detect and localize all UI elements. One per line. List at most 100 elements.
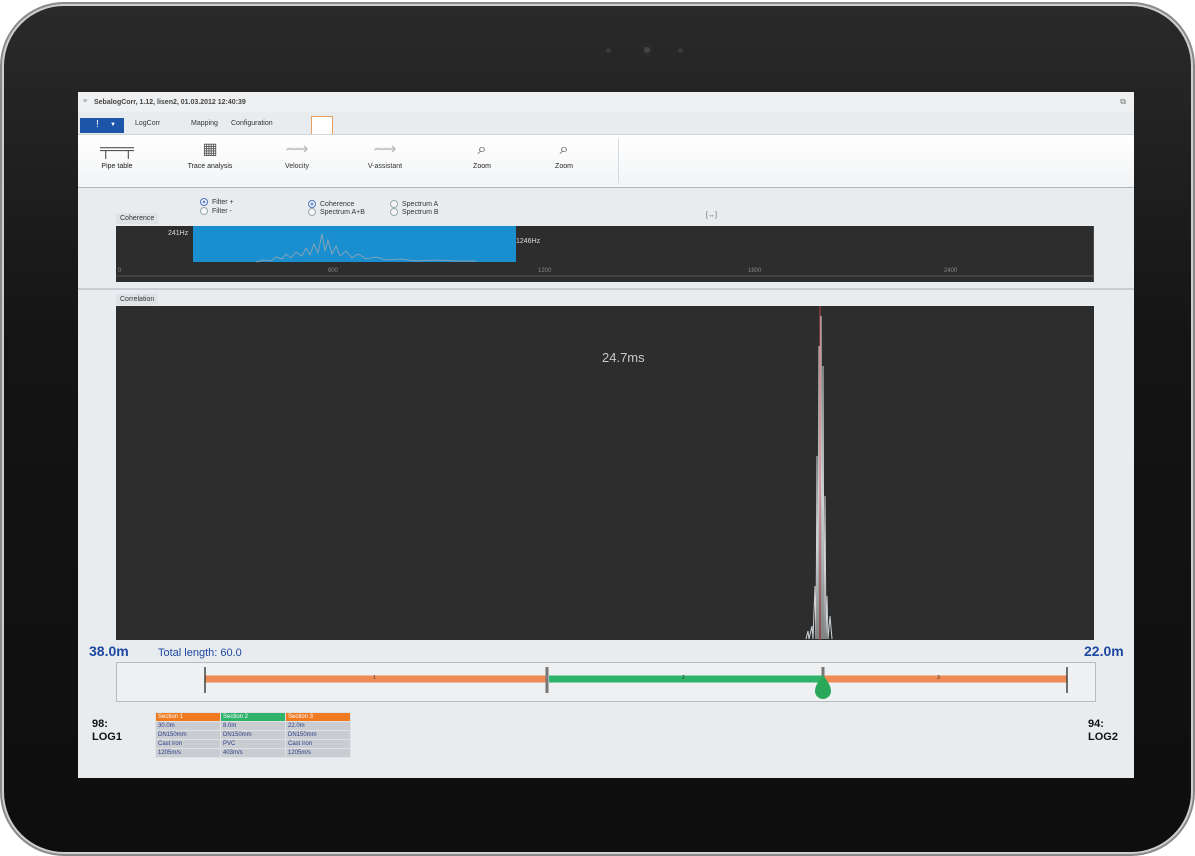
zoom-in-label: Zoom	[473, 163, 491, 170]
coherence-option-label: Coherence	[320, 200, 355, 208]
correlation-curve	[805, 315, 833, 640]
velocity-label: Velocity	[284, 163, 310, 170]
sensor-dot-right	[678, 48, 683, 53]
axis-tick: 2400	[944, 268, 958, 274]
velocity-icon: ⟿	[285, 141, 309, 158]
segment-label: 1	[373, 675, 376, 681]
ribbon-separator	[618, 139, 619, 183]
zoom-out-button[interactable]: ⌕ Zoom	[544, 141, 584, 170]
radio-dot	[200, 198, 208, 206]
axis-tick: 0	[118, 268, 122, 274]
pipe-svg	[204, 667, 1068, 699]
table-row: Cast iron PVC Cast iron	[155, 739, 351, 749]
spectrum-a-label: Spectrum A	[402, 200, 439, 208]
logger-left[interactable]: 98: LOG1	[92, 718, 122, 744]
band-low-label: 241Hz	[168, 230, 189, 237]
radio-dot	[308, 200, 316, 208]
window-menu-icon[interactable]: ≡	[83, 98, 87, 105]
logger-left-id: 98:	[92, 718, 108, 730]
segment-label: 3	[937, 675, 940, 681]
table-cell: DN150mm	[155, 730, 221, 740]
axis-tick: 600	[328, 268, 339, 274]
logger-right-id: 94:	[1088, 718, 1104, 730]
logger-right-name: LOG2	[1088, 731, 1118, 743]
filter-plus-radio[interactable]: Filter +	[200, 198, 234, 206]
pipe-table-label: Pipe table	[101, 163, 133, 170]
table-cell: 403m/s	[220, 748, 286, 758]
band-high-label: 1246Hz	[516, 238, 541, 245]
v-assistant-icon: ⟿	[373, 141, 397, 158]
app-icon: !	[96, 119, 99, 130]
left-distance: 38.0m	[89, 643, 129, 659]
coherence-label: Coherence	[116, 213, 159, 224]
radio-dot	[390, 208, 398, 216]
table-cell: Cast iron	[155, 739, 221, 749]
tab-bar: ! ▼ LogCorr Mapping Configuration	[78, 116, 1134, 135]
tab-logcorr[interactable]: LogCorr	[135, 120, 160, 127]
spectrum-b-label: Spectrum B	[402, 208, 439, 216]
spectrum-ab-label: Spectrum A+B	[320, 208, 365, 216]
title-bar: ≡ SebalogCorr, 1.12, lisen2, 01.03.2012 …	[78, 92, 1134, 112]
correlation-svg	[805, 306, 833, 640]
segment-label: 2	[682, 675, 685, 681]
section-header[interactable]: Section 3	[285, 712, 351, 722]
table-cell: PVC	[220, 739, 286, 749]
filter-minus-label: Filter -	[212, 207, 232, 215]
pipe-diagram: 1 2 3	[116, 662, 1096, 702]
section-header[interactable]: Section 1	[155, 712, 221, 722]
tab-mapping[interactable]: Mapping	[191, 120, 218, 127]
pipe-table-button[interactable]: ╤═╤ Pipe table	[92, 141, 142, 170]
correlation-label: Correlation	[116, 294, 159, 305]
velocity-button[interactable]: ⟿ Velocity	[272, 141, 322, 170]
panel-splitter[interactable]	[78, 288, 1134, 290]
logger-right[interactable]: 94: LOG2	[1088, 718, 1118, 744]
spectrum-a-radio[interactable]: Spectrum A	[390, 200, 438, 208]
trace-analysis-button[interactable]: ▦ Trace analysis	[178, 141, 242, 170]
tab-active[interactable]	[311, 116, 333, 135]
total-length: Total length: 60.0	[158, 647, 242, 659]
section-table: Section 1 Section 2 Section 3 30.0m 8.0m…	[155, 712, 351, 758]
maximize-icon[interactable]: ⧉	[1120, 97, 1126, 107]
section-header-row: Section 1 Section 2 Section 3	[155, 712, 351, 722]
table-cell: Cast iron	[285, 739, 351, 749]
sensor-dot-left	[606, 48, 611, 53]
right-distance: 22.0m	[1084, 643, 1124, 659]
trace-analysis-label: Trace analysis	[187, 163, 233, 170]
radio-dot	[390, 200, 398, 208]
correlation-plot[interactable]: 24.7ms	[116, 306, 1094, 640]
table-cell: 1205m/s	[285, 748, 351, 758]
table-row: 30.0m 8.0m 22.0m	[155, 721, 351, 731]
grid-icon: ▦	[202, 141, 218, 158]
coherence-plot[interactable]: 241Hz 1246Hz 0 600 1200 1800 2400	[116, 226, 1094, 282]
table-cell: 1205m/s	[155, 748, 221, 758]
tab-configuration[interactable]: Configuration	[231, 120, 273, 127]
zoom-out-icon: ⌕	[559, 141, 569, 158]
section-header[interactable]: Section 2	[220, 712, 286, 722]
spectrum-ab-radio[interactable]: Spectrum A+B	[308, 208, 365, 216]
table-cell: DN150mm	[285, 730, 351, 740]
radio-dot	[200, 207, 208, 215]
window-title: SebalogCorr, 1.12, lisen2, 01.03.2012 12…	[94, 99, 246, 106]
v-assistant-label: V-assistant	[367, 163, 403, 170]
axis-tick: 1200	[538, 268, 552, 274]
zoom-in-button[interactable]: ⌕ Zoom	[462, 141, 502, 170]
filter-minus-radio[interactable]: Filter -	[200, 207, 232, 215]
coherence-radio[interactable]: Coherence	[308, 200, 354, 208]
filter-plus-label: Filter +	[212, 198, 234, 206]
app-menu-button[interactable]: ! ▼	[80, 118, 124, 133]
axis-tick: 1800	[748, 268, 762, 274]
table-cell: 8.0m	[220, 721, 286, 731]
radio-dot	[308, 208, 316, 216]
table-row: 1205m/s 403m/s 1205m/s	[155, 748, 351, 758]
table-cell: 22.0m	[285, 721, 351, 731]
spectrum-b-radio[interactable]: Spectrum B	[390, 208, 439, 216]
v-assistant-button[interactable]: ⟿ V-assistant	[356, 141, 414, 170]
table-cell: 30.0m	[155, 721, 221, 731]
zoom-in-icon: ⌕	[477, 141, 487, 158]
expand-icon[interactable]: [↔]	[706, 212, 717, 219]
pipe-icon: ╤═╤	[99, 141, 134, 158]
table-cell: DN150mm	[220, 730, 286, 740]
camera-icon	[641, 44, 653, 56]
length-row: 38.0m Total length: 60.0 22.0m	[78, 640, 1134, 660]
zoom-out-label: Zoom	[555, 163, 573, 170]
